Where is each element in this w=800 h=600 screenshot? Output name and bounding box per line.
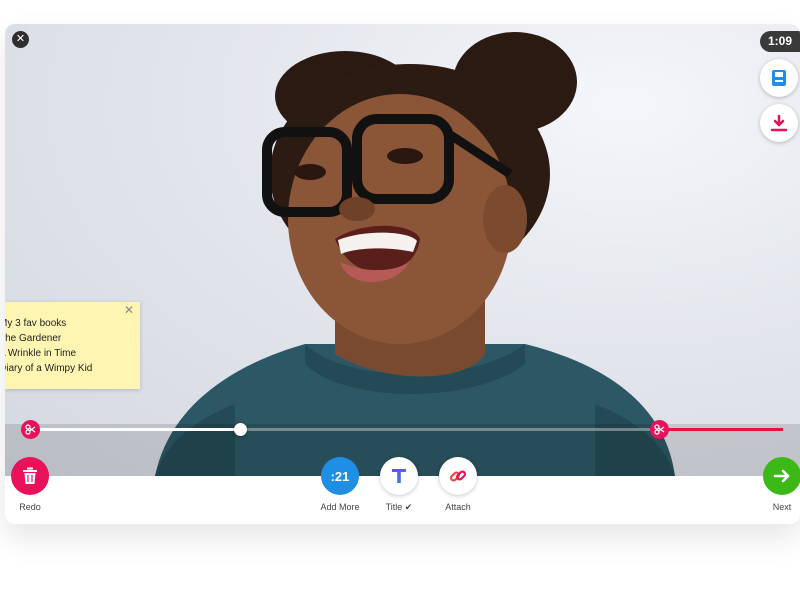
trim-timeline[interactable] bbox=[5, 417, 800, 443]
next-button[interactable]: Next bbox=[763, 457, 800, 512]
note-line: My 3 fav books bbox=[5, 318, 67, 329]
played-track bbox=[30, 428, 241, 431]
add-more-badge: :21 bbox=[321, 457, 359, 495]
close-icon: ✕ bbox=[15, 33, 26, 45]
add-more-button[interactable]: :21 Add More bbox=[315, 457, 365, 512]
trash-icon bbox=[23, 467, 37, 484]
save-draft-button[interactable] bbox=[760, 59, 798, 97]
next-label: Next bbox=[772, 502, 792, 512]
trim-end-handle[interactable] bbox=[650, 420, 669, 439]
title-circle bbox=[380, 457, 418, 495]
text-icon bbox=[392, 469, 406, 483]
sticky-note[interactable]: ✕ My 3 fav books The Gardener A Wrinkle … bbox=[5, 302, 140, 389]
save-icon bbox=[772, 70, 786, 86]
attach-button[interactable]: Attach bbox=[433, 457, 483, 512]
download-button[interactable] bbox=[760, 104, 798, 142]
playhead-handle[interactable] bbox=[234, 423, 247, 436]
next-circle bbox=[763, 457, 800, 495]
video-preview[interactable]: ✕ 1:09 ✕ My 3 fav books The Gardener A W… bbox=[5, 24, 800, 476]
scissors-icon bbox=[654, 424, 665, 435]
scissors-icon bbox=[25, 424, 36, 435]
arrow-right-icon bbox=[773, 469, 790, 483]
trimmed-track bbox=[659, 428, 783, 431]
remaining-track bbox=[241, 428, 659, 431]
note-line: A Wrinkle in Time bbox=[5, 348, 77, 359]
attach-circle bbox=[439, 457, 477, 495]
sticky-note-text: My 3 fav books The Gardener A Wrinkle in… bbox=[5, 316, 135, 376]
note-line: The Gardener bbox=[5, 333, 62, 344]
note-line: Diary of a Wimpy Kid bbox=[5, 363, 93, 374]
download-icon bbox=[770, 114, 788, 132]
close-button[interactable]: ✕ bbox=[12, 31, 29, 48]
redo-circle bbox=[11, 457, 49, 495]
duration-timer: 1:09 bbox=[760, 31, 800, 52]
trim-start-handle[interactable] bbox=[21, 420, 40, 439]
sticky-note-close-icon[interactable]: ✕ bbox=[124, 303, 134, 317]
add-more-label: Add More bbox=[320, 502, 360, 512]
title-button[interactable]: Title ✔ bbox=[374, 457, 424, 513]
attach-label: Attach bbox=[445, 502, 471, 512]
redo-button[interactable]: Redo bbox=[11, 457, 49, 512]
link-icon bbox=[449, 470, 467, 482]
person-illustration bbox=[5, 32, 800, 476]
redo-label: Redo bbox=[19, 502, 41, 512]
title-label: Title ✔ bbox=[385, 502, 413, 512]
video-editor-card: ✕ 1:09 ✕ My 3 fav books The Gardener A W… bbox=[5, 24, 800, 524]
